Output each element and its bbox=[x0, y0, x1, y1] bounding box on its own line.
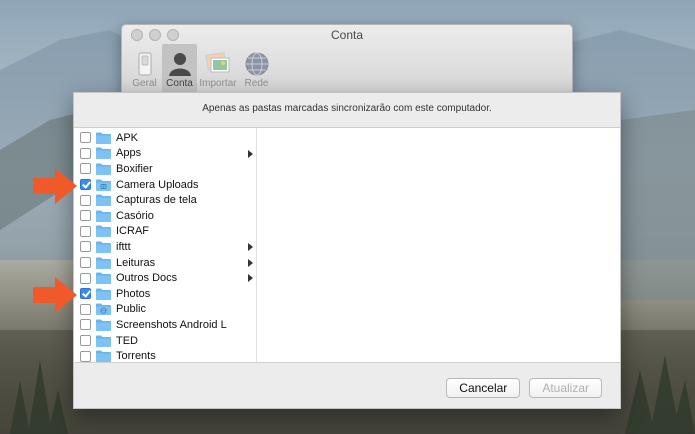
tab-conta[interactable]: Conta bbox=[162, 44, 197, 92]
folder-checkbox[interactable] bbox=[80, 163, 91, 175]
window-title: Conta bbox=[330, 28, 364, 42]
folder-icon bbox=[96, 225, 111, 238]
folder-checkbox[interactable] bbox=[80, 132, 91, 144]
folder-row[interactable]: TED bbox=[74, 333, 256, 349]
folder-browser: APK Apps Boxifier Camera Uploads Capturas de… bbox=[74, 127, 620, 363]
preferences-window: Conta Geral Conta Importar Rede bbox=[121, 24, 573, 94]
folder-icon bbox=[96, 210, 111, 222]
folder-row[interactable]: Apps bbox=[74, 146, 256, 162]
folder-icon bbox=[96, 147, 111, 160]
folder-name: Camera Uploads bbox=[116, 178, 199, 191]
folder-row[interactable]: Torrents bbox=[74, 348, 256, 363]
folder-name: ifttt bbox=[116, 240, 131, 253]
tab-rede-label: Rede bbox=[244, 78, 269, 89]
folder-name: Leituras bbox=[116, 256, 156, 269]
folder-row[interactable]: Camera Uploads bbox=[74, 177, 256, 193]
folder-icon bbox=[96, 132, 111, 144]
folder-name: ICRAF bbox=[116, 225, 149, 238]
folder-name: Apps bbox=[116, 147, 142, 160]
folder-icon bbox=[96, 241, 111, 253]
folder-name: Outros Docs bbox=[116, 272, 178, 285]
tab-importar-label: Importar bbox=[199, 78, 237, 89]
folder-icon bbox=[96, 194, 111, 207]
folder-icon bbox=[96, 303, 111, 316]
annotation-arrow-camera-uploads bbox=[33, 168, 77, 204]
folder-row[interactable]: ICRAF bbox=[74, 224, 256, 240]
folder-icon bbox=[96, 319, 111, 331]
photos-icon bbox=[205, 52, 230, 73]
globe-icon bbox=[245, 52, 268, 76]
folder-name: Photos bbox=[116, 287, 151, 300]
folder-checkbox[interactable] bbox=[80, 147, 91, 159]
folder-checkbox[interactable] bbox=[80, 335, 91, 347]
folder-name: Screenshots Android L bbox=[116, 318, 227, 331]
folder-checkbox[interactable] bbox=[80, 179, 91, 191]
folder-row[interactable]: Leituras bbox=[74, 255, 256, 271]
tab-geral-label: Geral bbox=[132, 78, 157, 89]
folder-checkbox[interactable] bbox=[80, 272, 91, 284]
disclosure-arrow-icon[interactable] bbox=[248, 258, 253, 267]
folder-checkbox[interactable] bbox=[80, 210, 91, 222]
disclosure-arrow-icon[interactable] bbox=[248, 243, 253, 252]
folder-row[interactable]: APK bbox=[74, 130, 256, 146]
folder-icon bbox=[96, 257, 111, 269]
folder-name: Torrents bbox=[116, 350, 156, 363]
switch-icon bbox=[138, 52, 151, 76]
folder-row[interactable]: Photos bbox=[74, 286, 256, 302]
subfolder-column bbox=[257, 128, 620, 362]
sheet-message: Apenas as pastas marcadas sincronizarão … bbox=[202, 103, 492, 114]
preferences-toolbar: Geral Conta Importar Rede bbox=[127, 44, 274, 92]
folder-row[interactable]: Capturas de tela bbox=[74, 192, 256, 208]
annotation-arrow-photos bbox=[33, 277, 77, 313]
person-icon bbox=[168, 53, 191, 76]
disclosure-arrow-icon[interactable] bbox=[248, 274, 253, 283]
folder-name: TED bbox=[116, 334, 138, 347]
folder-row[interactable]: Public bbox=[74, 302, 256, 318]
tab-importar[interactable]: Importar bbox=[197, 44, 239, 92]
folder-name: Capturas de tela bbox=[116, 194, 197, 207]
folder-checkbox[interactable] bbox=[80, 257, 91, 269]
folder-checkbox[interactable] bbox=[80, 241, 91, 253]
folder-name: Casório bbox=[116, 209, 154, 222]
folder-icon bbox=[96, 179, 111, 191]
folder-checkbox[interactable] bbox=[80, 194, 91, 206]
tab-rede[interactable]: Rede bbox=[239, 44, 274, 92]
folder-icon bbox=[96, 350, 111, 362]
folder-column: APK Apps Boxifier Camera Uploads Capturas de… bbox=[74, 128, 257, 362]
tab-geral[interactable]: Geral bbox=[127, 44, 162, 92]
sheet-buttons: Cancelar Atualizar bbox=[446, 378, 602, 398]
folder-icon bbox=[96, 335, 111, 347]
folder-checkbox[interactable] bbox=[80, 350, 91, 362]
folder-checkbox[interactable] bbox=[80, 319, 91, 331]
folder-icon bbox=[96, 272, 111, 285]
folder-row[interactable]: ifttt bbox=[74, 239, 256, 255]
folder-icon bbox=[96, 288, 111, 300]
folder-icon bbox=[96, 163, 111, 175]
folder-row[interactable]: Casório bbox=[74, 208, 256, 224]
folder-row[interactable]: Screenshots Android L bbox=[74, 317, 256, 333]
cancel-button[interactable]: Cancelar bbox=[446, 378, 521, 398]
selective-sync-sheet: Apenas as pastas marcadas sincronizarão … bbox=[73, 92, 621, 409]
folder-row[interactable]: Outros Docs bbox=[74, 270, 256, 286]
folder-checkbox[interactable] bbox=[80, 288, 91, 300]
folder-name: Boxifier bbox=[116, 162, 153, 175]
folder-row[interactable]: Boxifier bbox=[74, 161, 256, 177]
disclosure-arrow-icon[interactable] bbox=[248, 149, 253, 158]
update-button[interactable]: Atualizar bbox=[529, 378, 602, 398]
folder-checkbox[interactable] bbox=[80, 303, 91, 315]
folder-name: APK bbox=[116, 131, 139, 144]
folder-name: Public bbox=[116, 303, 146, 316]
tab-conta-label: Conta bbox=[166, 78, 193, 89]
folder-checkbox[interactable] bbox=[80, 225, 91, 237]
